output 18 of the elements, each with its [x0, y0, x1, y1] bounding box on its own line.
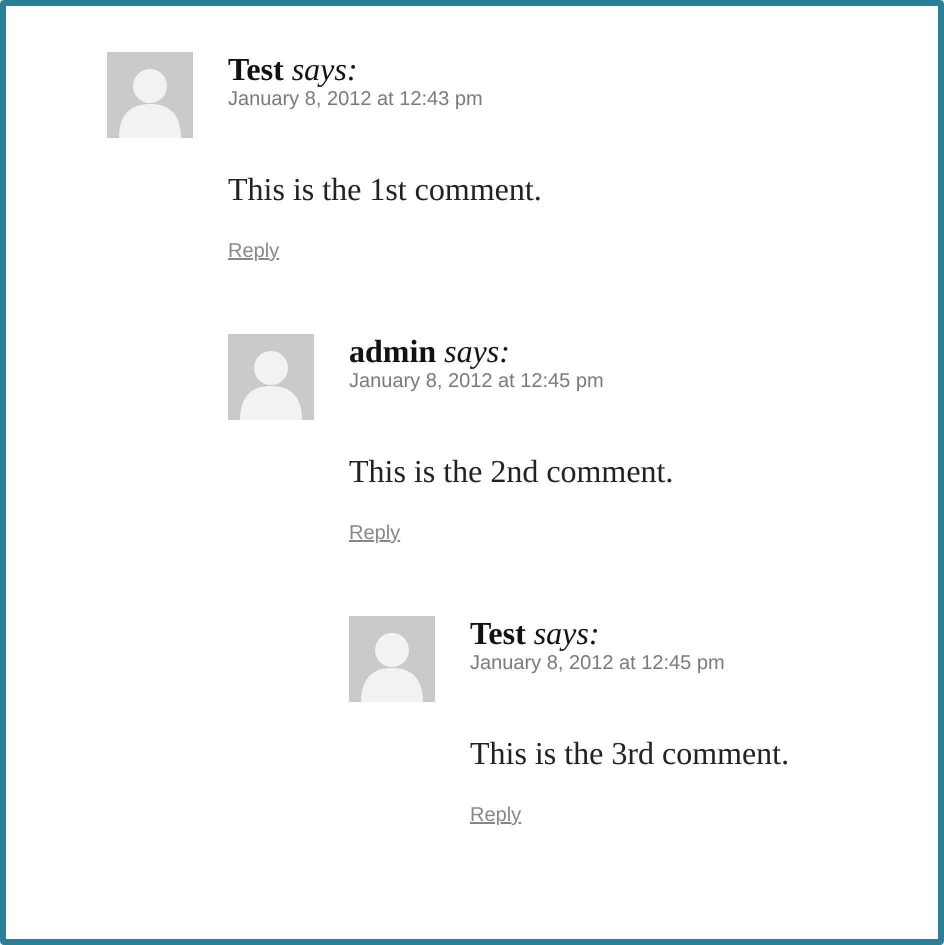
says-label: says: — [444, 333, 510, 369]
reply-link[interactable]: Reply — [228, 239, 280, 263]
comment-date[interactable]: January 8, 2012 at 12:45 pm — [470, 652, 725, 674]
avatar-icon — [228, 334, 314, 420]
reply-link[interactable]: Reply — [470, 803, 522, 827]
comment-date[interactable]: January 8, 2012 at 12:43 pm — [228, 88, 483, 110]
comment-text: This is the 3rd comment. — [470, 735, 790, 771]
author-name: Test — [470, 615, 526, 651]
says-label: says: — [534, 615, 600, 651]
author-name: admin — [349, 333, 436, 369]
says-label: says: — [292, 51, 358, 87]
avatar-icon — [349, 616, 435, 702]
comment-text: This is the 1st comment. — [228, 171, 543, 207]
comment-text: This is the 2nd comment. — [349, 453, 674, 489]
reply-link[interactable]: Reply — [349, 521, 400, 545]
comment-date[interactable]: January 8, 2012 at 12:45 pm — [349, 370, 604, 392]
avatar-icon — [107, 52, 193, 138]
author-name: Test — [228, 51, 284, 87]
